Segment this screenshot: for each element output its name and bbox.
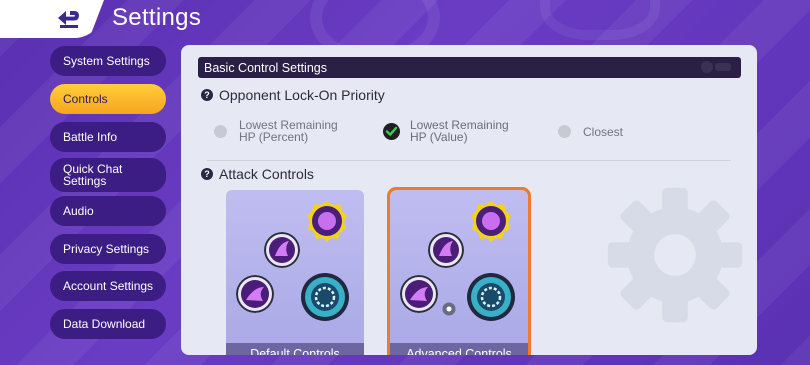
attack-controls-heading: ? Attack Controls [201,166,314,182]
basic-attack-icon [301,273,349,321]
skill-move-1-icon [428,232,464,268]
radio-button[interactable] [214,124,227,138]
lock-on-priority-heading: ? Opponent Lock-On Priority [201,87,385,103]
sidebar-item-label: Audio [63,204,94,218]
option-label: Closest [583,124,624,139]
sidebar-item-audio[interactable]: Audio [50,196,166,226]
section-title: Basic Control Settings [204,60,327,75]
sidebar-item-system-settings[interactable]: System Settings [50,46,166,76]
lock-on-priority-label: Opponent Lock-On Priority [219,87,385,103]
option-label: Lowest Remaining HP (Value) [410,118,509,144]
sidebar-item-label: Data Download [63,317,146,331]
card-label: Default Controls [226,343,364,355]
back-arrow-icon [58,11,79,28]
skill-unite-move-icon [471,201,511,242]
check-icon [385,126,398,136]
skill-move-2-icon [400,275,438,313]
sidebar-item-quick-chat-settings[interactable]: Quick Chat Settings [50,158,166,192]
sidebar-item-account-settings[interactable]: Account Settings [50,271,166,301]
lock-on-option-value[interactable]: Lowest Remaining HP (Value) [383,119,520,143]
help-icon[interactable]: ? [201,168,213,180]
header-decoration-icon [701,61,731,73]
lock-on-option-percent[interactable]: Lowest Remaining HP (Percent) [214,119,349,143]
advanced-controls-card[interactable]: Advanced Controls [387,187,531,355]
help-icon[interactable]: ? [201,89,213,101]
sidebar-item-label: Quick Chat Settings [63,162,123,188]
sidebar-item-label: Battle Info [63,130,118,144]
sidebar-item-label: Controls [63,92,108,106]
page-title: Settings [112,4,202,31]
settings-panel: Basic Control Settings ? Opponent Lock-O… [181,45,757,355]
radio-button-checked[interactable] [383,122,400,140]
sidebar-item-data-download[interactable]: Data Download [50,309,166,339]
basic-attack-icon [467,273,515,321]
sidebar-item-label: System Settings [63,54,150,68]
skill-move-2-icon [236,275,274,313]
card-label: Advanced Controls [390,343,528,355]
divider [207,160,731,161]
gear-icon [607,187,743,323]
back-button[interactable] [0,0,104,38]
lock-on-option-closest[interactable]: Closest [558,125,623,138]
skill-move-1-icon [264,232,300,268]
radio-button[interactable] [558,125,571,138]
option-label: Lowest Remaining HP (Percent) [239,118,338,144]
sidebar-item-label: Account Settings [63,279,154,293]
section-header: Basic Control Settings [198,57,741,78]
default-controls-card[interactable]: Default Controls [226,190,364,355]
sidebar-item-label: Privacy Settings [63,242,150,256]
skill-unite-move-icon [307,201,347,242]
sidebar-item-battle-info[interactable]: Battle Info [50,122,166,152]
sidebar-item-privacy-settings[interactable]: Privacy Settings [50,234,166,264]
sidebar-item-controls[interactable]: Controls [50,84,166,114]
small-pokeball-icon [442,302,456,316]
attack-controls-label: Attack Controls [219,166,314,182]
